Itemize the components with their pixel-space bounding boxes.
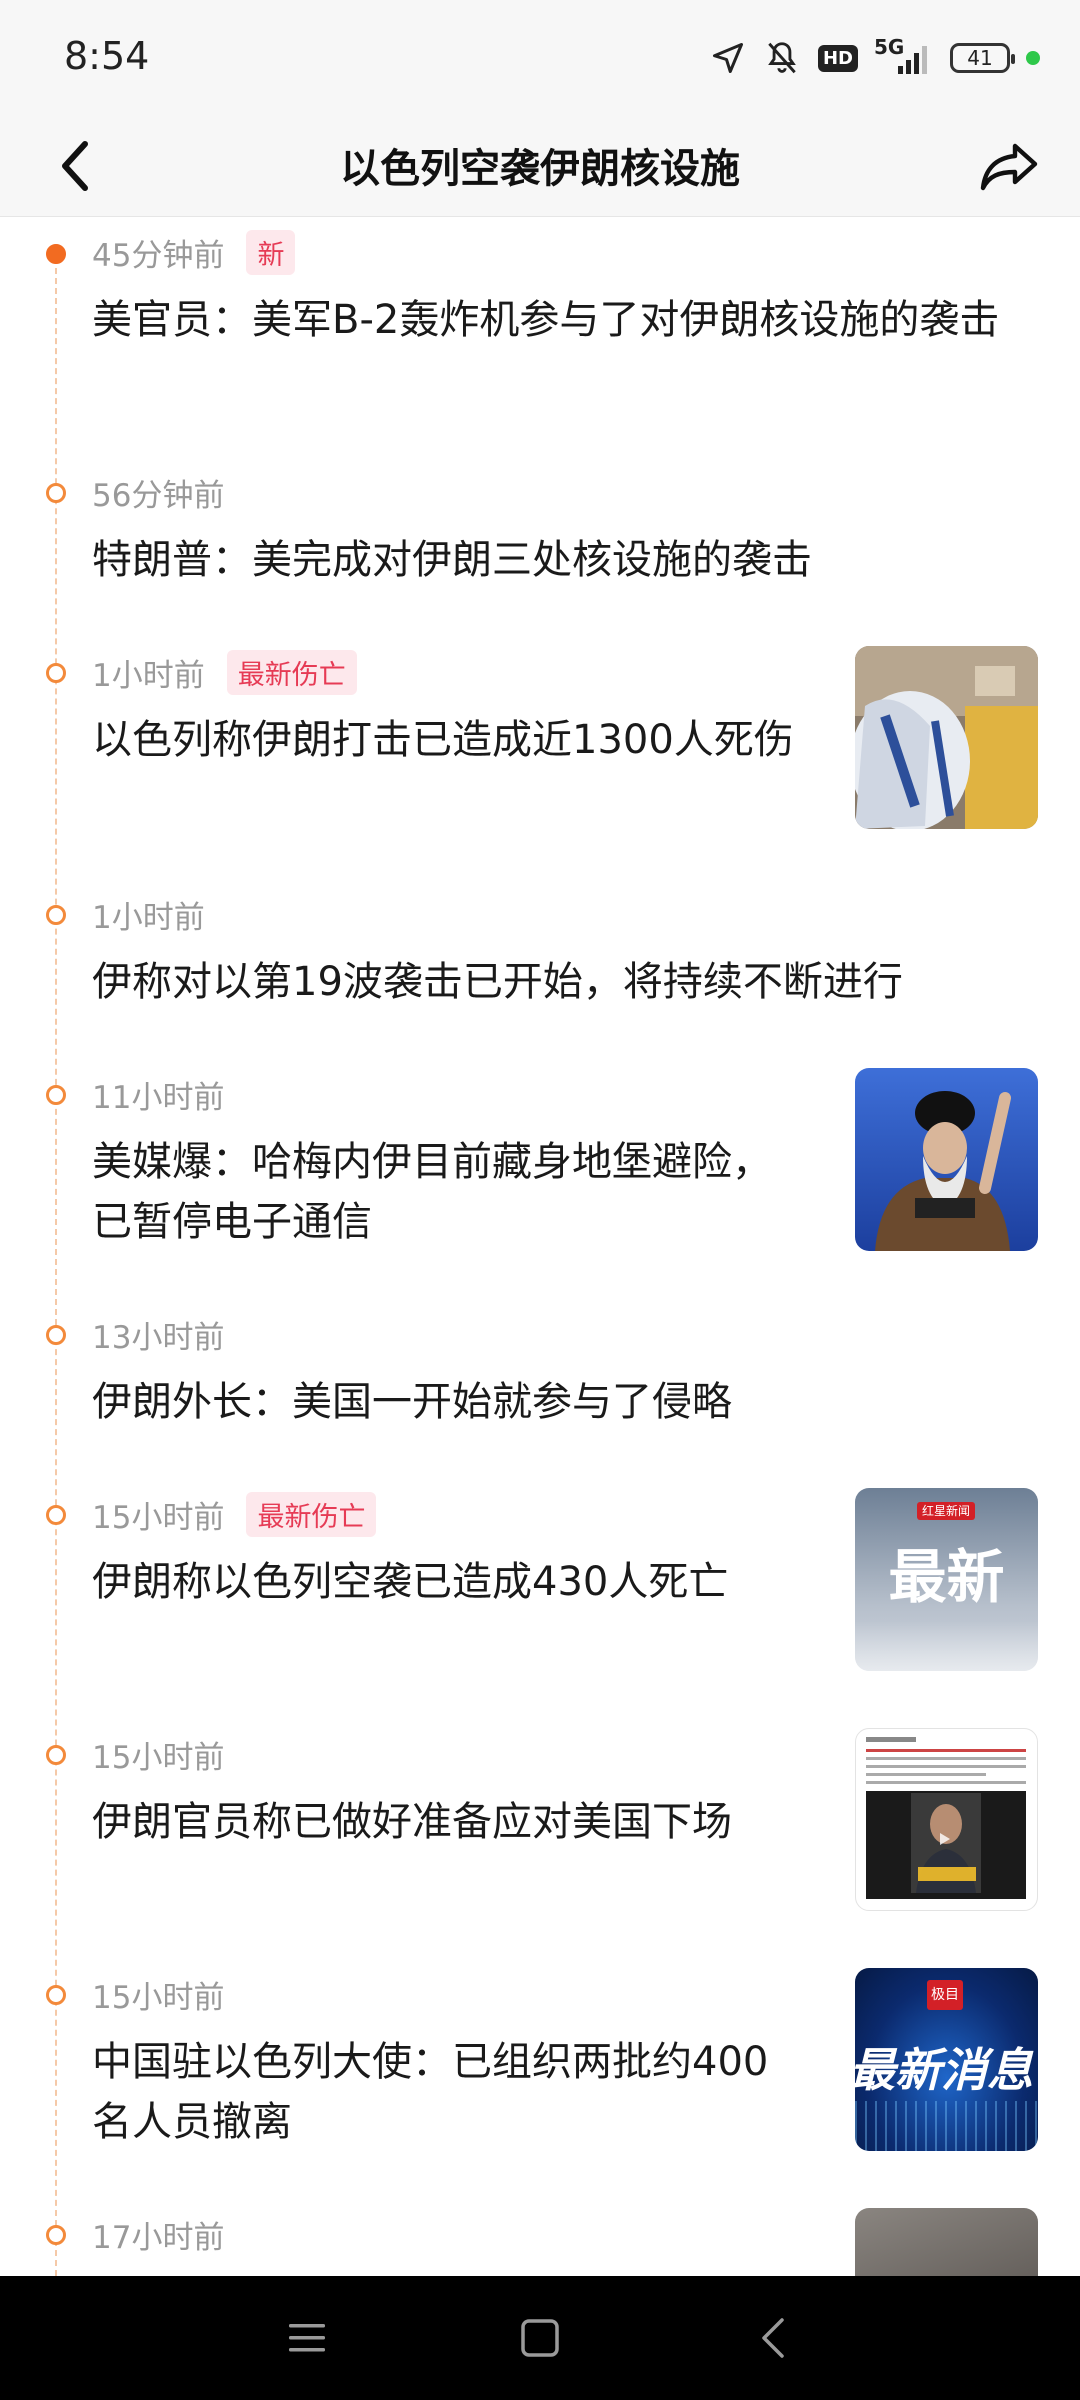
timeline-dot-active (46, 244, 66, 264)
news-thumbnail[interactable]: 红星新闻 最新 (855, 1488, 1038, 1671)
timeline-dot (46, 1985, 66, 2005)
share-arrow-icon (980, 143, 1038, 191)
timestamp: 1小时前 (92, 658, 205, 694)
thumbnail-badge: 极目 (927, 1980, 963, 2010)
timeline-item[interactable]: 13小时前 伊朗外长：美国一开始就参与了侵略 (0, 1300, 1080, 1480)
status-icons: HD 5G 41 (710, 36, 1040, 80)
casualty-badge: 最新伤亡 (226, 650, 357, 695)
headline[interactable]: 伊朗称以色列空袭已造成430人死亡 (92, 1552, 822, 1612)
headline[interactable]: 中国驻以色列大使：已组织两批约400名人员撤离 (92, 2032, 792, 2152)
timeline-item[interactable]: 15小时前 伊朗官员称已做好准备应对美国下场 (0, 1720, 1080, 1960)
timeline-dot (46, 905, 66, 925)
headline[interactable]: 以色列称伊朗打击已造成近1300人死伤 (92, 710, 822, 770)
timeline-item[interactable]: 17小时前 (0, 2200, 1080, 2276)
new-badge: 新 (246, 230, 296, 275)
menu-button[interactable] (272, 2306, 342, 2370)
location-icon (710, 40, 746, 76)
timeline-dot (46, 2225, 66, 2245)
timeline-dot (46, 1085, 66, 1105)
timestamp: 15小时前 (92, 1740, 225, 1776)
menu-icon (289, 2324, 325, 2352)
timestamp: 56分钟前 (92, 478, 225, 514)
headline[interactable]: 美媒爆：哈梅内伊目前藏身地堡避险，已暂停电子通信 (92, 1132, 792, 1252)
timeline-dot (46, 1505, 66, 1525)
headline[interactable]: 特朗普：美完成对伊朗三处核设施的袭击 (92, 530, 1042, 590)
timestamp: 1小时前 (92, 900, 205, 936)
thumbnail-pattern (855, 2101, 1038, 2151)
headline[interactable]: 美官员：美军B-2轰炸机参与了对伊朗核设施的袭击 (92, 290, 1042, 350)
timeline-dot (46, 663, 66, 683)
page-title: 以色列空袭伊朗核设施 (340, 146, 740, 192)
timeline-item[interactable]: 56分钟前 特朗普：美完成对伊朗三处核设施的袭击 (0, 458, 1080, 638)
timestamp: 45分钟前 (92, 238, 225, 274)
news-thumbnail[interactable] (855, 1728, 1038, 1911)
back-icon (762, 2318, 784, 2358)
casualty-badge: 最新伤亡 (246, 1492, 377, 1537)
timeline-item[interactable]: 15小时前 最新伤亡 伊朗称以色列空袭已造成430人死亡 红星新闻 最新 (0, 1480, 1080, 1720)
system-nav-bar (0, 2276, 1080, 2400)
privacy-indicator (1026, 51, 1040, 65)
share-button[interactable] (970, 130, 1050, 202)
news-timeline: 45分钟前 新 美官员：美军B-2轰炸机参与了对伊朗核设施的袭击 56分钟前 特… (0, 218, 1080, 2276)
headline[interactable]: 伊朗官员称已做好准备应对美国下场 (92, 1792, 822, 1852)
top-app-bar: 以色列空袭伊朗核设施 (0, 116, 1080, 217)
back-nav-button[interactable] (738, 2306, 808, 2370)
timeline-item[interactable]: 11小时前 美媒爆：哈梅内伊目前藏身地堡避险，已暂停电子通信 (0, 1060, 1080, 1300)
status-time: 8:54 (64, 34, 150, 78)
timeline-dot (46, 1745, 66, 1765)
signal-icon: 5G (874, 37, 934, 78)
headline[interactable]: 伊称对以第19波袭击已开始，将持续不断进行 (92, 952, 1042, 1012)
home-button[interactable] (505, 2306, 575, 2370)
hd-icon: HD (817, 44, 858, 72)
timestamp: 17小时前 (92, 2220, 225, 2256)
thumbnail-glow (855, 1621, 1038, 1671)
battery-icon: 41 (950, 43, 1015, 73)
home-icon (521, 2319, 559, 2357)
news-thumbnail[interactable]: 极目 最新消息 (855, 1968, 1038, 2151)
timeline-item[interactable]: 45分钟前 新 美官员：美军B-2轰炸机参与了对伊朗核设施的袭击 (0, 218, 1080, 438)
timeline-item[interactable]: 15小时前 中国驻以色列大使：已组织两批约400名人员撤离 极目 最新消息 (0, 1960, 1080, 2200)
timestamp: 13小时前 (92, 1320, 225, 1356)
status-bar: 8:54 HD 5G 41 (0, 0, 1080, 116)
timestamp: 15小时前 (92, 1980, 225, 2016)
thumbnail-text: 最新消息 (855, 2043, 1033, 2097)
headline[interactable]: 伊朗外长：美国一开始就参与了侵略 (92, 1372, 1042, 1432)
timeline-dot (46, 1325, 66, 1345)
thumbnail-badge: 红星新闻 (917, 1502, 975, 1520)
timeline-item[interactable]: 1小时前 最新伤亡 以色列称伊朗打击已造成近1300人死伤 (0, 638, 1080, 858)
timeline-item[interactable]: 1小时前 伊称对以第19波袭击已开始，将持续不断进行 (0, 880, 1080, 1060)
timestamp: 11小时前 (92, 1080, 225, 1116)
news-thumbnail[interactable] (855, 2208, 1038, 2276)
thumbnail-text: 最新 (888, 1543, 1005, 1611)
news-thumbnail[interactable] (855, 646, 1038, 829)
news-thumbnail[interactable] (855, 1068, 1038, 1251)
timeline-dot (46, 483, 66, 503)
timestamp: 15小时前 (92, 1500, 225, 1536)
mute-icon (762, 39, 802, 77)
